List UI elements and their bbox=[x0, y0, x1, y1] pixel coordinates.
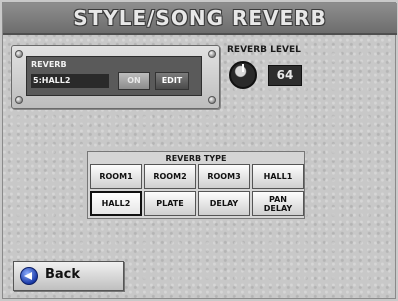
reverb-type-plate-button[interactable]: PLATE bbox=[144, 191, 196, 216]
reverb-type-room1-button[interactable]: ROOM1 bbox=[90, 164, 142, 189]
back-arrow-icon bbox=[20, 267, 38, 285]
reverb-type-room2-button[interactable]: ROOM2 bbox=[144, 164, 196, 189]
reverb-panel: REVERB 5:HALL2 ON EDIT bbox=[26, 56, 202, 96]
screw-icon bbox=[15, 50, 23, 58]
title-bar: STYLE/SONG REVERB bbox=[3, 3, 397, 35]
back-button[interactable]: Back bbox=[13, 261, 124, 291]
reverb-level-label: REVERB LEVEL bbox=[227, 45, 301, 55]
reverb-type-room3-button[interactable]: ROOM3 bbox=[198, 164, 250, 189]
reverb-type-hall1-button[interactable]: HALL1 bbox=[252, 164, 304, 189]
reverb-on-button[interactable]: ON bbox=[118, 72, 150, 90]
reverb-plate: REVERB 5:HALL2 ON EDIT bbox=[11, 45, 220, 109]
page-title: STYLE/SONG REVERB bbox=[73, 6, 327, 30]
reverb-level-value: 64 bbox=[268, 65, 302, 86]
screw-icon bbox=[208, 50, 216, 58]
reverb-type-group: REVERB TYPE ROOM1 ROOM2 ROOM3 HALL1 HALL… bbox=[87, 151, 305, 219]
reverb-value-display[interactable]: 5:HALL2 bbox=[31, 74, 109, 88]
back-button-label: Back bbox=[45, 267, 81, 282]
reverb-type-pan-delay-button[interactable]: PAN DELAY bbox=[252, 191, 304, 216]
reverb-screen: STYLE/SONG REVERB REVERB 5:HALL2 ON EDIT… bbox=[2, 2, 397, 299]
screw-icon bbox=[15, 96, 23, 104]
reverb-label: REVERB bbox=[31, 60, 67, 69]
reverb-type-delay-button[interactable]: DELAY bbox=[198, 191, 250, 216]
reverb-type-hall2-button[interactable]: HALL2 bbox=[90, 191, 142, 216]
reverb-edit-button[interactable]: EDIT bbox=[155, 72, 189, 90]
reverb-type-grid: ROOM1 ROOM2 ROOM3 HALL1 HALL2 PLATE DELA… bbox=[90, 164, 304, 216]
reverb-type-title: REVERB TYPE bbox=[165, 154, 227, 163]
screw-icon bbox=[208, 96, 216, 104]
reverb-level-knob-icon[interactable] bbox=[229, 61, 257, 89]
